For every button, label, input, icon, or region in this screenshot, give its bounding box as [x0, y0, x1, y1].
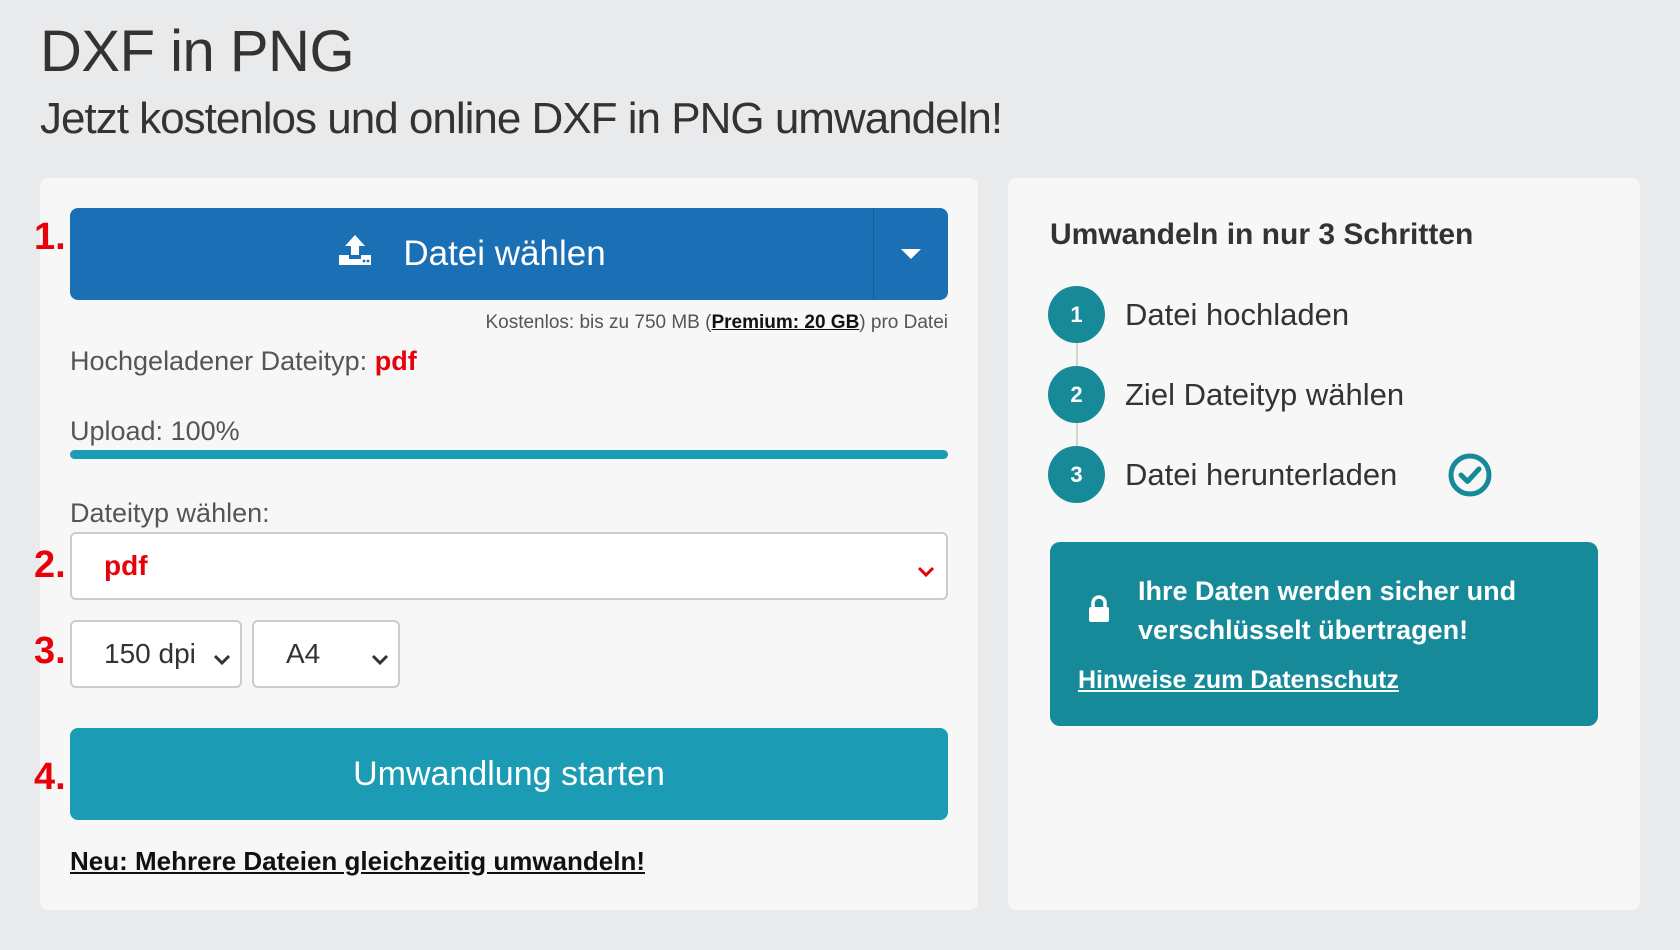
dpi-select-value: 150 dpi — [104, 638, 196, 669]
upload-source-dropdown[interactable] — [874, 208, 948, 300]
security-notice: Ihre Daten werden sicher und verschlüsse… — [1050, 542, 1598, 726]
filetype-select-value: pdf — [104, 550, 148, 581]
upload-progress-label: Upload: 100% — [70, 416, 240, 446]
start-conversion-button[interactable]: Umwandlung starten — [70, 728, 948, 820]
step-circle: 1 — [1048, 286, 1105, 343]
check-circle-icon — [1447, 452, 1493, 498]
privacy-link[interactable]: Hinweise zum Datenschutz — [1078, 666, 1399, 695]
page-title: DXF in PNG — [40, 19, 355, 84]
step-circle: 3 — [1048, 446, 1105, 503]
step-number-1: 1. — [34, 216, 66, 258]
choose-file-button[interactable]: Datei wählen — [70, 208, 948, 300]
page-subtitle: Jetzt kostenlos und online DXF in PNG um… — [40, 94, 1003, 143]
detected-filetype-value: pdf — [374, 346, 417, 376]
limit-prefix: Kostenlos: bis zu 750 MB ( — [485, 312, 712, 333]
lock-icon — [1086, 594, 1112, 629]
step-number-2: 2. — [34, 544, 66, 586]
step-label: Datei herunterladen — [1125, 456, 1398, 492]
chevron-down-icon — [916, 556, 936, 588]
step-label: Ziel Dateityp wählen — [1125, 376, 1405, 412]
step-label: Datei hochladen — [1125, 296, 1350, 332]
choose-file-label: Datei wählen — [403, 234, 606, 273]
premium-link[interactable]: Premium: 20 GB — [711, 312, 859, 333]
filetype-select-label: Dateityp wählen: — [70, 498, 270, 528]
upload-icon — [337, 233, 373, 276]
page-size-select-value: A4 — [286, 638, 321, 669]
page-size-select[interactable]: A4 — [252, 620, 400, 688]
step-item-upload: 1 Datei hochladen — [1048, 286, 1349, 343]
chevron-down-icon — [212, 644, 232, 676]
step-circle: 2 — [1048, 366, 1105, 423]
batch-conversion-link[interactable]: Neu: Mehrere Dateien gleichzeitig umwand… — [70, 846, 645, 877]
step-number-4: 4. — [34, 756, 66, 798]
steps-title: Umwandeln in nur 3 Schritten — [1050, 218, 1474, 251]
limit-suffix: ) pro Datei — [859, 312, 948, 333]
security-text: Ihre Daten werden sicher und verschlüsse… — [1138, 576, 1517, 646]
filetype-select[interactable]: pdf — [70, 532, 948, 600]
choose-file-main[interactable]: Datei wählen — [70, 208, 873, 300]
upload-progress-bar — [70, 450, 948, 459]
chevron-down-icon — [901, 249, 921, 259]
detected-filetype-label: Hochgeladener Dateityp: — [70, 346, 368, 376]
step-item-download: 3 Datei herunterladen — [1048, 446, 1493, 503]
step-item-choose-type: 2 Ziel Dateityp wählen — [1048, 366, 1404, 423]
detected-filetype: Hochgeladener Dateityp: pdf — [70, 346, 417, 377]
chevron-down-icon — [370, 644, 390, 676]
dpi-select[interactable]: 150 dpi — [70, 620, 242, 688]
upload-limit-note: Kostenlos: bis zu 750 MB (Premium: 20 GB… — [485, 312, 948, 334]
upload-progress-fill — [70, 450, 948, 459]
step-number-3: 3. — [34, 630, 66, 672]
